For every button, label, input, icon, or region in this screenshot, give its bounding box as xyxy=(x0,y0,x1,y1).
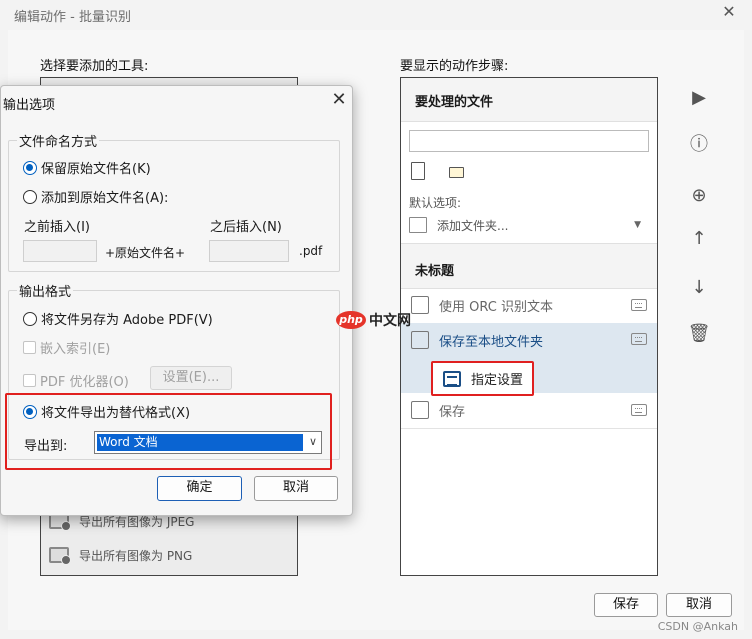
untitled-header: 未标题 xyxy=(401,243,657,289)
text-recognize-icon xyxy=(411,296,429,314)
move-up-icon[interactable]: ↑ xyxy=(686,227,712,251)
embed-index-label: 嵌入索引(E) xyxy=(40,342,111,357)
insert-after-field[interactable] xyxy=(209,240,289,262)
close-icon[interactable]: ✕ xyxy=(330,91,348,109)
add-folder-label: 添加文件夹... xyxy=(437,218,509,233)
pdf-optimizer-label: PDF 优化器(O) xyxy=(40,375,129,390)
radio-icon[interactable] xyxy=(23,189,37,204)
chevron-down-icon: ▼ xyxy=(634,220,641,230)
original-name-label: +原始文件名+ xyxy=(105,246,186,260)
steps-panel: 要处理的文件 默认选项: 添加文件夹... ▼ 未标题 使用 ORC 识别文本 … xyxy=(400,77,658,576)
insert-before-field[interactable] xyxy=(23,240,97,262)
step-row-ocr[interactable]: 使用 ORC 识别文本 xyxy=(401,288,657,322)
divider xyxy=(401,428,657,429)
cancel-button[interactable]: 取消 xyxy=(666,593,732,617)
extension-label: .pdf xyxy=(299,244,323,258)
settings-list-icon xyxy=(443,370,461,387)
export-format-value: Word 文档 xyxy=(97,434,303,451)
chevron-down-icon: ∨ xyxy=(308,435,317,448)
image-export-icon xyxy=(49,547,71,565)
php-logo-text: 中文网 xyxy=(369,313,411,329)
info-add-icon[interactable]: ⓘ xyxy=(686,133,712,157)
pdf-optimizer-option[interactable]: PDF 优化器(O) xyxy=(23,371,129,390)
cancel-button[interactable]: 取消 xyxy=(254,476,338,501)
save-as-pdf-option[interactable]: 将文件另存为 Adobe PDF(V) xyxy=(23,309,213,328)
checkbox-icon[interactable] xyxy=(23,341,36,354)
add-to-original-option[interactable]: 添加到原始文件名(A): xyxy=(23,187,168,206)
php-logo: php 中文网 xyxy=(336,310,411,330)
insert-after-label: 之后插入(N) xyxy=(210,220,282,235)
delete-icon[interactable]: 🗑 xyxy=(686,322,712,346)
tool-item-export-png[interactable]: 导出所有图像为 PNG xyxy=(49,545,192,565)
step-label: 保存 xyxy=(439,404,466,420)
ok-button[interactable]: 确定 xyxy=(157,476,242,501)
embed-index-option[interactable]: 嵌入索引(E) xyxy=(23,338,110,357)
php-logo-mark: php xyxy=(336,311,366,329)
add-folder-dropdown[interactable]: 添加文件夹... ▼ xyxy=(409,214,649,236)
keep-original-label: 保留原始文件名(K) xyxy=(41,162,151,177)
step-label: 使用 ORC 识别文本 xyxy=(439,299,553,315)
keyboard-icon[interactable] xyxy=(631,299,647,311)
keyboard-icon[interactable] xyxy=(631,404,647,416)
files-input[interactable] xyxy=(409,130,649,152)
move-down-icon[interactable]: ↓ xyxy=(686,276,712,300)
watermark: CSDN @Ankah xyxy=(657,620,738,633)
save-icon xyxy=(411,401,429,419)
keep-original-option[interactable]: 保留原始文件名(K) xyxy=(23,158,151,177)
radio-icon[interactable] xyxy=(23,311,37,326)
format-legend: 输出格式 xyxy=(17,281,74,300)
default-options-label: 默认选项: xyxy=(409,196,462,210)
naming-legend: 文件命名方式 xyxy=(17,131,100,150)
keyboard-icon[interactable] xyxy=(631,333,647,345)
step-row-save[interactable]: 保存 xyxy=(401,393,657,427)
dialog-title: 输出选项 xyxy=(3,98,56,113)
settings-button[interactable]: 设置(E)... xyxy=(150,366,232,390)
tools-label: 选择要添加的工具: xyxy=(40,59,149,74)
folder-add-icon xyxy=(409,217,427,233)
add-to-original-label: 添加到原始文件名(A): xyxy=(41,191,169,206)
file-icon[interactable] xyxy=(411,162,425,180)
tool-label: 导出所有图像为 PNG xyxy=(79,548,193,563)
add-stop-icon[interactable]: ⊕ xyxy=(686,184,712,208)
close-icon[interactable]: ✕ xyxy=(721,4,737,20)
specify-settings-label: 指定设置 xyxy=(471,373,524,388)
insert-before-label: 之前插入(I) xyxy=(24,220,90,235)
steps-label: 要显示的动作步骤: xyxy=(400,59,509,74)
step-label: 保存至本地文件夹 xyxy=(439,335,544,350)
folder-icon[interactable] xyxy=(449,167,464,178)
files-header: 要处理的文件 xyxy=(401,78,657,122)
radio-selected-icon[interactable] xyxy=(23,160,37,175)
checkbox-icon[interactable] xyxy=(23,374,36,387)
window-title: 编辑动作 - 批量识别 xyxy=(14,10,131,25)
add-media-icon[interactable]: ▶ xyxy=(686,86,712,110)
save-folder-icon xyxy=(411,331,429,349)
save-button[interactable]: 保存 xyxy=(594,593,658,617)
export-format-select[interactable]: Word 文档 ∨ xyxy=(94,431,322,454)
specify-settings-button[interactable]: 指定设置 xyxy=(431,361,534,396)
save-as-pdf-label: 将文件另存为 Adobe PDF(V) xyxy=(41,313,213,328)
